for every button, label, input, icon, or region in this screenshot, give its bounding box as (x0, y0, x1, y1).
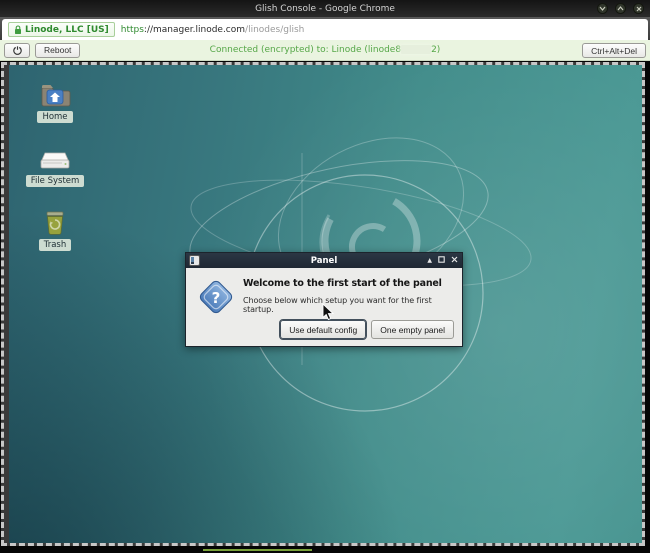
power-button[interactable] (4, 43, 30, 58)
ssl-badge-label: Linode, LLC [US] (25, 25, 109, 35)
question-icon: ? (196, 277, 236, 317)
url-scheme: https (121, 25, 144, 35)
maximize-icon[interactable] (615, 3, 626, 14)
close-icon[interactable] (451, 253, 458, 268)
panel-app-icon (189, 255, 200, 266)
maximize-icon[interactable] (438, 253, 445, 268)
panel-dialog-body: ? Welcome to the first start of the pane… (186, 268, 462, 347)
svg-text:?: ? (212, 289, 221, 307)
ssl-badge[interactable]: Linode, LLC [US] (8, 22, 115, 37)
use-default-config-button[interactable]: Use default config (280, 320, 366, 339)
desktop-icon-file-system[interactable]: File System (23, 145, 87, 187)
url-text: https://manager.linode.com/linodes/glish (121, 25, 305, 35)
lock-icon (14, 25, 22, 35)
url-path: /linodes/glish (245, 25, 304, 35)
one-empty-panel-button[interactable]: One empty panel (371, 320, 454, 339)
bottom-green-line (203, 549, 312, 551)
hard-drive-icon (38, 145, 72, 171)
panel-dialog-controls: ▲ (427, 253, 458, 268)
connection-status-prefix: Connected (encrypted) to: Linode (linode… (210, 45, 401, 55)
desktop-icon-trash[interactable]: Trash (23, 209, 87, 251)
remote-desktop[interactable]: Home File System (9, 65, 642, 543)
dialog-subtitle: Choose below which setup you want for th… (243, 296, 461, 314)
desktop-icon-label: Home (37, 111, 72, 123)
console-canvas-frame: Home File System (1, 62, 645, 546)
ctrl-alt-del-button[interactable]: Ctrl+Alt+Del (582, 43, 646, 58)
shade-icon[interactable]: ▲ (427, 253, 432, 268)
panel-dialog-title: Panel (311, 256, 337, 266)
panel-dialog-titlebar[interactable]: Panel ▲ (186, 253, 462, 268)
chrome-window: Glish Console - Google Chrome Linode, LL… (0, 0, 650, 553)
desktop-icon-home[interactable]: Home (23, 81, 87, 123)
home-folder-icon (38, 81, 72, 107)
browser-titlebar: Glish Console - Google Chrome (0, 0, 650, 17)
connection-status-suffix: 2) (431, 45, 440, 55)
redacted-linode-id (401, 45, 431, 54)
url-host: ://manager.linode.com (144, 25, 245, 35)
bottom-strip (0, 547, 650, 553)
address-bar[interactable]: Linode, LLC [US] https://manager.linode.… (2, 19, 648, 40)
power-icon (13, 46, 22, 55)
desktop-icon-label: Trash (39, 239, 71, 251)
dialog-buttons: Use default config One empty panel (280, 320, 454, 339)
close-icon[interactable] (633, 3, 644, 14)
browser-title: Glish Console - Google Chrome (255, 4, 395, 14)
connection-status: Connected (encrypted) to: Linode (linode… (0, 45, 650, 55)
glish-toolbar: Connected (encrypted) to: Linode (linode… (0, 40, 650, 61)
address-bar-row: Linode, LLC [US] https://manager.linode.… (0, 17, 650, 40)
trash-can-icon (38, 209, 72, 235)
reboot-button[interactable]: Reboot (35, 43, 80, 58)
glish-console-area: Home File System (0, 61, 650, 553)
panel-dialog: Panel ▲ (185, 252, 463, 347)
desktop-icon-label: File System (26, 175, 85, 187)
window-controls (597, 3, 644, 14)
minimize-icon[interactable] (597, 3, 608, 14)
dialog-heading: Welcome to the first start of the panel (243, 278, 458, 289)
